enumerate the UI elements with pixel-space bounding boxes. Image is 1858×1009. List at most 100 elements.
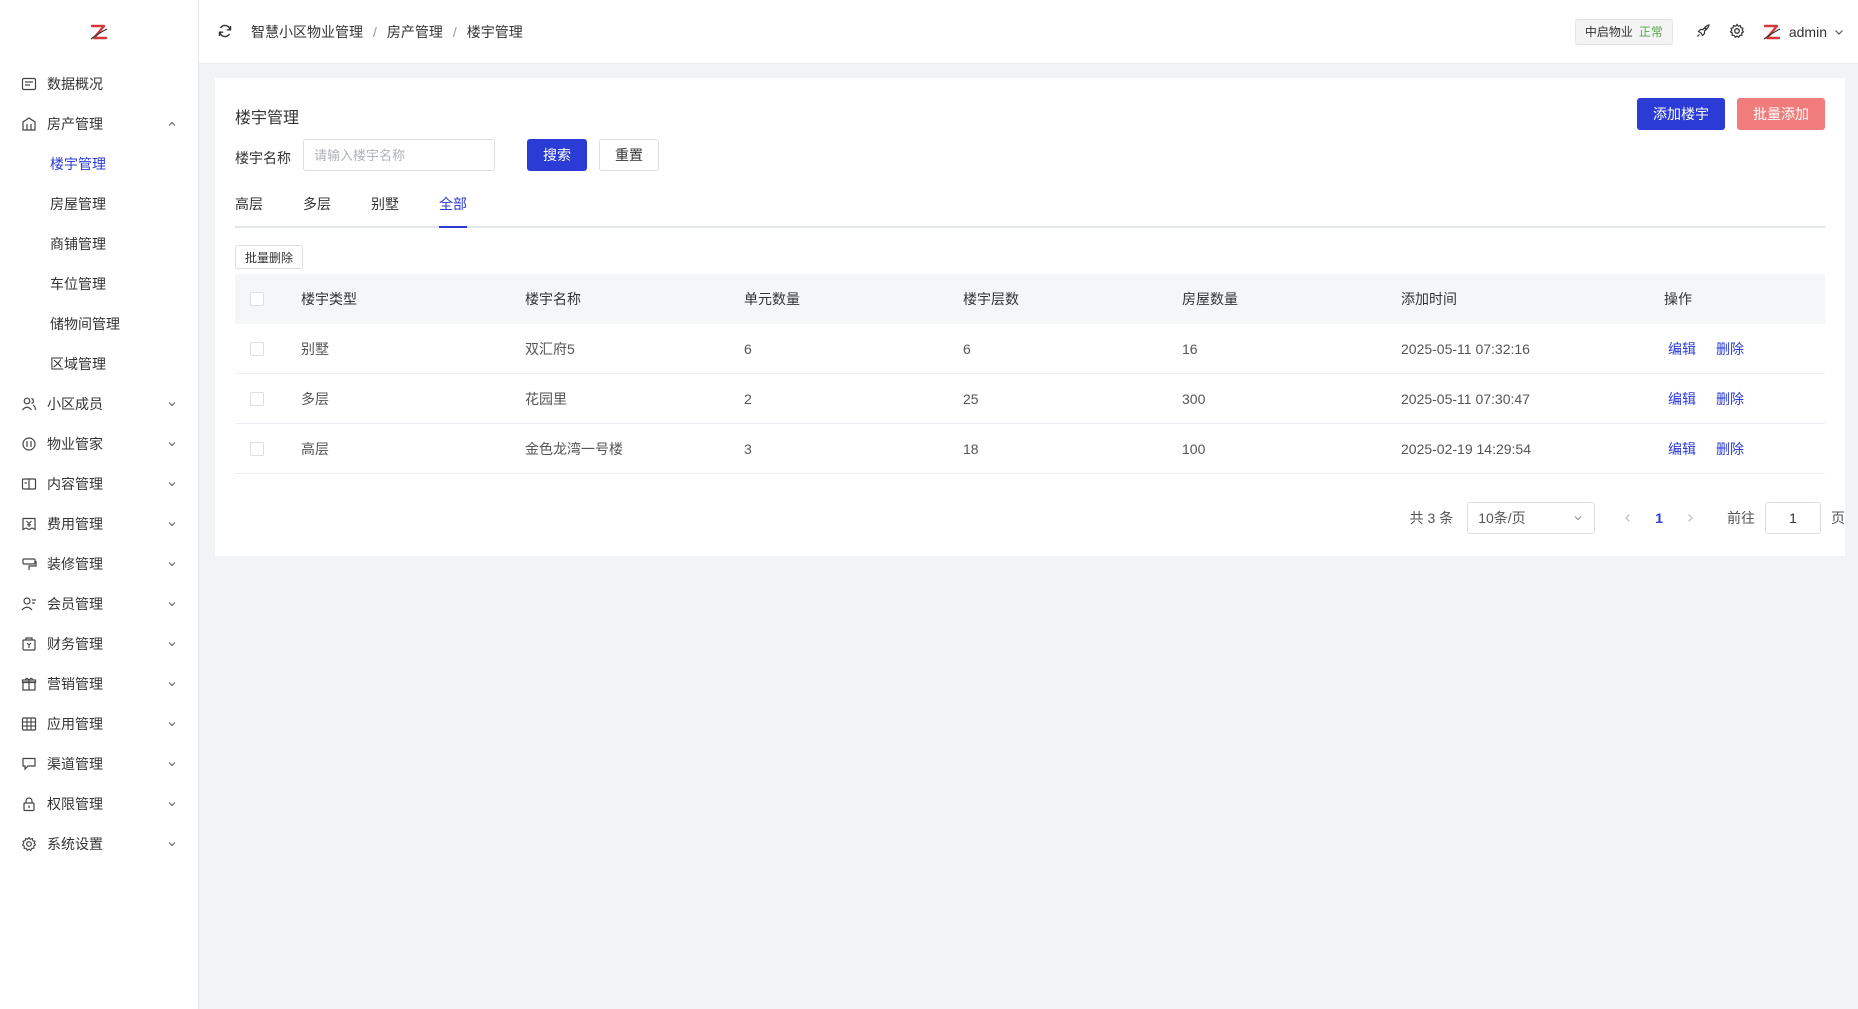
edit-link[interactable]: 编辑 [1668, 341, 1696, 357]
building-icon [20, 115, 38, 133]
menu-item-apps[interactable]: 应用管理 [0, 704, 198, 744]
chevron-down-icon [168, 642, 176, 647]
menu-item-finance[interactable]: 财务管理 [0, 624, 198, 664]
edit-link[interactable]: 编辑 [1668, 391, 1696, 407]
chevron-down-icon [168, 682, 176, 687]
submenu-item-parking[interactable]: 车位管理 [0, 264, 198, 304]
menu-label: 渠道管理 [47, 756, 103, 772]
content-icon [20, 475, 38, 493]
select-all-checkbox[interactable] [250, 292, 264, 306]
breadcrumb: 智慧小区物业管理 / 房产管理 / 楼宇管理 [251, 22, 523, 42]
chevron-down-icon [168, 442, 176, 447]
column-header: 单元数量 [744, 291, 800, 307]
add-building-button[interactable]: 添加楼宇 [1637, 98, 1725, 130]
reset-button[interactable]: 重置 [599, 139, 659, 171]
menu-label: 系统设置 [47, 836, 103, 852]
tab-multi-storey[interactable]: 多层 [303, 194, 331, 226]
row-actions: 编辑 删除 [1664, 339, 1825, 359]
logo[interactable] [0, 0, 198, 64]
submenu-item-shop[interactable]: 商铺管理 [0, 224, 198, 264]
breadcrumb-section[interactable]: 房产管理 [387, 22, 443, 42]
submenu-item-area[interactable]: 区域管理 [0, 344, 198, 384]
cell-name: 花园里 [525, 390, 567, 407]
menu-label: 财务管理 [47, 636, 103, 652]
refresh-icon[interactable] [217, 23, 235, 41]
search-button[interactable]: 搜索 [527, 139, 587, 171]
breadcrumb-separator: / [452, 23, 457, 40]
submenu-item-building[interactable]: 楼宇管理 [0, 144, 198, 184]
tab-all[interactable]: 全部 [439, 194, 467, 228]
page-number[interactable]: 1 [1655, 510, 1663, 526]
row-checkbox[interactable] [250, 341, 264, 356]
row-actions: 编辑 删除 [1664, 439, 1825, 459]
chevron-up-icon [168, 121, 176, 126]
total-count: 共 3 条 [1409, 510, 1454, 526]
row-actions: 编辑 删除 [1664, 389, 1825, 409]
menu-item-members[interactable]: 小区成员 [0, 384, 198, 424]
page-size-select[interactable]: 10条/页 [1467, 502, 1596, 534]
user-menu[interactable]: admin [1761, 21, 1845, 43]
brand-logo-icon [90, 24, 108, 40]
row-checkbox[interactable] [250, 391, 264, 406]
submenu-item-storage[interactable]: 储物间管理 [0, 304, 198, 344]
cell-name: 金色龙湾一号楼 [525, 440, 623, 457]
goto-page-input[interactable] [1765, 502, 1821, 534]
delete-link[interactable]: 删除 [1716, 391, 1744, 407]
chevron-down-icon [1835, 29, 1843, 35]
chevron-down-icon [168, 802, 176, 807]
finance-icon [20, 635, 38, 653]
menu-label: 费用管理 [47, 516, 103, 532]
decor-icon [20, 555, 38, 573]
menu-item-fee[interactable]: 费用管理 [0, 504, 198, 544]
menu-item-channel[interactable]: 渠道管理 [0, 744, 198, 784]
row-checkbox[interactable] [250, 441, 264, 456]
prev-page-icon[interactable] [1621, 511, 1635, 525]
menu-item-property[interactable]: 房产管理 [0, 104, 198, 144]
org-status-badge[interactable]: 中启物业 正常 [1574, 18, 1673, 45]
cell-houses: 300 [1182, 390, 1206, 407]
batch-add-button[interactable]: 批量添加 [1737, 98, 1825, 130]
delete-link[interactable]: 删除 [1716, 441, 1744, 457]
delete-link[interactable]: 删除 [1716, 341, 1744, 357]
tab-villa[interactable]: 别墅 [371, 194, 399, 226]
menu-item-dashboard[interactable]: 数据概况 [0, 64, 198, 104]
cell-houses: 16 [1182, 340, 1198, 357]
menu-item-content[interactable]: 内容管理 [0, 464, 198, 504]
bulk-delete-button[interactable]: 批量删除 [235, 245, 304, 269]
menu-item-steward[interactable]: 物业管家 [0, 424, 198, 464]
gift-icon [20, 675, 38, 693]
menu-label: 权限管理 [47, 796, 103, 812]
column-header: 添加时间 [1401, 291, 1457, 307]
submenu-item-house[interactable]: 房屋管理 [0, 184, 198, 224]
menu-label: 应用管理 [47, 716, 103, 732]
edit-link[interactable]: 编辑 [1668, 441, 1696, 457]
content-card: 楼宇管理 添加楼宇 批量添加 楼宇名称 搜索 重置 高层 多层 别墅 全部 批量… [215, 78, 1845, 556]
goto-unit: 页 [1831, 510, 1845, 526]
chevron-down-icon [168, 402, 176, 407]
users-icon [20, 395, 38, 413]
breadcrumb-home[interactable]: 智慧小区物业管理 [251, 22, 363, 42]
next-page-icon[interactable] [1683, 511, 1697, 525]
menu-item-settings[interactable]: 系统设置 [0, 824, 198, 864]
menu-label: 数据概况 [47, 76, 103, 92]
org-name: 中启物业 [1584, 25, 1633, 39]
menu-item-marketing[interactable]: 营销管理 [0, 664, 198, 704]
tab-high-rise[interactable]: 高层 [235, 194, 263, 226]
menu-item-decoration[interactable]: 装修管理 [0, 544, 198, 584]
rocket-icon[interactable] [1695, 23, 1713, 41]
menu-item-member[interactable]: 会员管理 [0, 584, 198, 624]
menu-label: 物业管家 [47, 436, 103, 452]
building-name-input[interactable] [303, 139, 495, 171]
column-header: 楼宇名称 [525, 291, 581, 307]
breadcrumb-current: 楼宇管理 [466, 23, 523, 40]
cell-floors: 6 [963, 340, 971, 357]
table-row: 高层 金色龙湾一号楼 3 18 100 2025-02-19 14:29:54 … [235, 424, 1825, 474]
cell-type: 多层 [301, 390, 329, 407]
goto-label: 前往 [1727, 510, 1755, 526]
sidebar: 数据概况 房产管理 楼宇管理 房屋管理 商铺管理 车位管理 储物间管理 区域管理… [0, 0, 199, 1009]
main-area: 智慧小区物业管理 / 房产管理 / 楼宇管理 中启物业 正常 admin 楼宇管… [199, 0, 1858, 1009]
menu-label: 会员管理 [47, 596, 103, 612]
settings-gear-icon[interactable] [1729, 23, 1747, 41]
menu-item-permission[interactable]: 权限管理 [0, 784, 198, 824]
fee-icon [20, 515, 38, 533]
